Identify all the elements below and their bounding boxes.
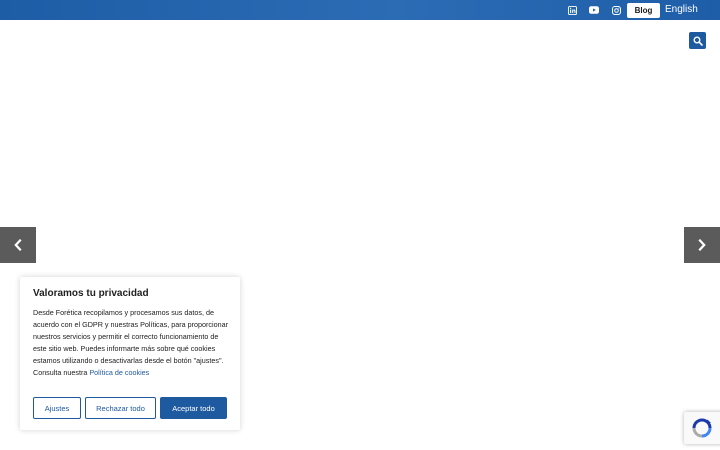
youtube-icon[interactable] xyxy=(588,4,600,16)
top-bar: Blog English xyxy=(0,0,720,20)
cookie-policy-link[interactable]: Política de cookies xyxy=(89,368,149,377)
recaptcha-badge[interactable] xyxy=(684,412,720,444)
cookie-settings-button[interactable]: Ajustes xyxy=(33,397,81,419)
blog-button[interactable]: Blog xyxy=(627,3,660,18)
accept-all-button[interactable]: Aceptar todo xyxy=(160,397,227,419)
slider-prev-button[interactable] xyxy=(0,227,36,263)
instagram-icon[interactable] xyxy=(610,4,622,16)
recaptcha-icon xyxy=(692,418,712,438)
cookie-consent-banner: Valoramos tu privacidad Desde Forética r… xyxy=(20,277,240,430)
page: Blog English Valoramos tu privacidad Des… xyxy=(0,0,720,450)
reject-all-button[interactable]: Rechazar todo xyxy=(85,397,156,419)
linkedin-icon[interactable] xyxy=(566,4,578,16)
cookie-banner-text: Desde Forética recopilamos y procesamos … xyxy=(33,307,229,379)
language-switch-link[interactable]: English xyxy=(665,3,698,17)
search-icon xyxy=(693,36,703,46)
chevron-right-icon xyxy=(698,239,706,251)
cookie-banner-body: Desde Forética recopilamos y procesamos … xyxy=(33,308,228,377)
cookie-banner-title: Valoramos tu privacidad xyxy=(33,288,149,299)
search-button[interactable] xyxy=(689,32,706,49)
chevron-left-icon xyxy=(14,239,22,251)
slider-next-button[interactable] xyxy=(684,227,720,263)
